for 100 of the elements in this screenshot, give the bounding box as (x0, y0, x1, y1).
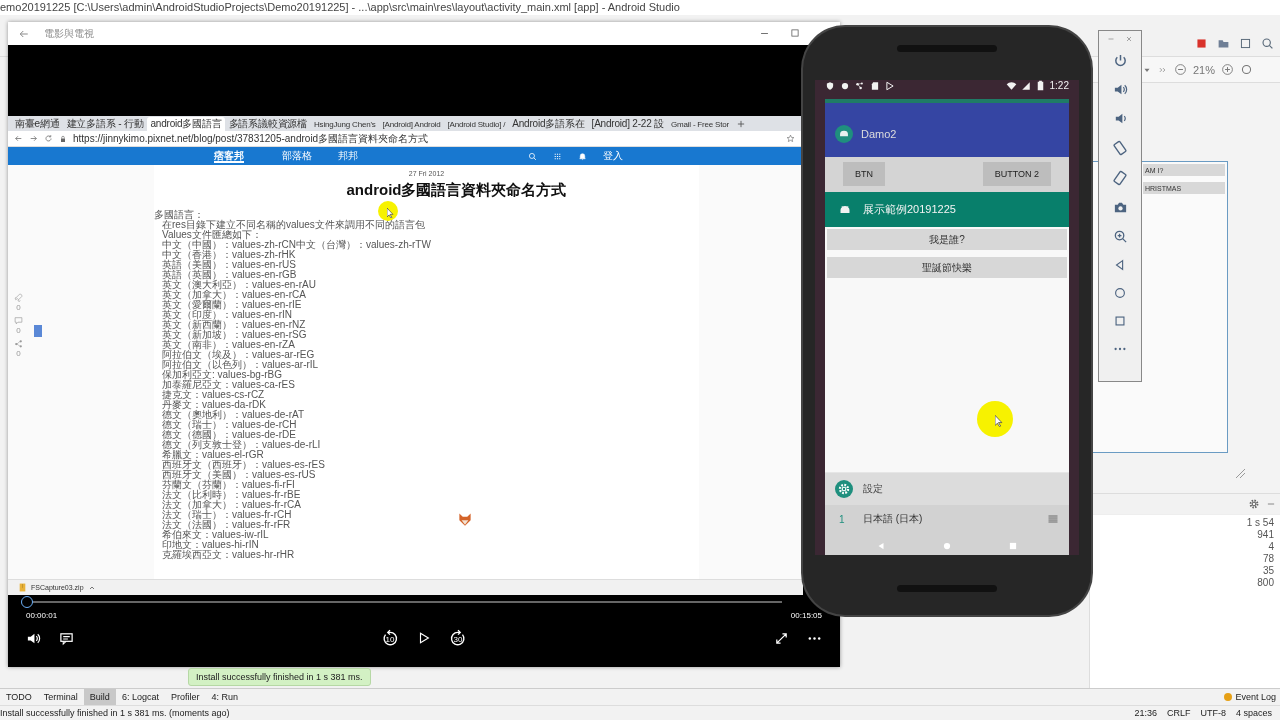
grid-icon[interactable] (553, 151, 562, 161)
maximize-icon[interactable] (790, 28, 800, 38)
app-button[interactable]: 我是誰? (827, 229, 1067, 250)
text-line: 德文（奧地利）：values-de-rAT (162, 410, 305, 420)
seek-thumb[interactable] (20, 596, 33, 608)
clock: 1:22 (1049, 80, 1069, 91)
text-line: 保加利亞文: values-bg-rBG (162, 370, 283, 380)
wifi-icon (1005, 80, 1017, 91)
address-bar[interactable]: https://jinnykimo.pixnet.net/blog/post/37831205-android多國語言資料夾命名方式 (73, 131, 429, 146)
zoom-icon[interactable] (1112, 229, 1128, 244)
forward-icon (449, 629, 467, 647)
rotate-right-icon[interactable] (1112, 170, 1128, 186)
text-line: 在res目錄下建立不同名稱的values文件來調用不同的語言包 (162, 220, 425, 230)
browser-tab[interactable]: 南臺e網通 (12, 117, 63, 131)
zoom-level: 21% (1193, 63, 1216, 76)
close-icon[interactable] (1125, 35, 1133, 43)
app-name: 展示範例20191225 (863, 202, 956, 217)
rotate-left-icon[interactable] (1112, 140, 1128, 156)
status-item[interactable]: 21:36 (1134, 708, 1157, 718)
tool-window-tab[interactable]: Profiler (164, 689, 206, 705)
text-line: 丹麥文：values-da-rDK (162, 400, 266, 410)
site-logo[interactable]: 痞客邦 (214, 149, 244, 163)
fullscreen-icon[interactable] (774, 630, 789, 646)
count-label: 0 (16, 349, 21, 358)
text-line: 法文（法國）：values-fr-rFR (162, 520, 291, 530)
forward-icon[interactable] (29, 134, 38, 143)
tool-window-tab[interactable]: 6: Logcat (115, 689, 165, 705)
text-line: 英文（澳大利亞）：values-en-rAU (162, 280, 316, 290)
text-line: 中文（中國）：values-zh-rCN中文（台灣）：values-zh-rTW (162, 240, 431, 250)
reload-icon[interactable] (44, 134, 53, 143)
power-icon[interactable] (1112, 53, 1128, 68)
text-line: 英文（新西蘭）：values-en-rNZ (162, 320, 306, 330)
text-line: 法文（瑞士）：values-fr-rCH (162, 510, 292, 520)
app-button[interactable]: BTN (843, 162, 885, 186)
nav-link[interactable]: 邦邦 (338, 149, 358, 163)
new-tab-icon[interactable] (735, 118, 746, 129)
browser-tab[interactable]: 建立多語系 - 行動 (63, 117, 147, 131)
home-icon[interactable] (1113, 286, 1127, 300)
cursor-highlight-icon (977, 401, 1013, 437)
build-time: 4 (1268, 541, 1274, 553)
status-item[interactable]: 4 spaces (1235, 708, 1272, 718)
text-line: 英語（英國）：values-en-rGB (162, 270, 297, 280)
app-button[interactable]: BUTTON 2 (982, 162, 1051, 186)
text-line: 法文（加拿大）：values-fr-rCA (162, 500, 301, 510)
fox-icon (456, 510, 474, 528)
count-label: 0 (16, 303, 21, 312)
status-item[interactable]: UTF-8 (1200, 708, 1226, 718)
overview-icon[interactable] (1113, 314, 1127, 328)
status-item[interactable]: CRLF (1166, 708, 1191, 718)
drag-handle-icon[interactable] (1047, 513, 1059, 525)
tool-window-tab[interactable]: Build (83, 689, 116, 705)
search-icon[interactable] (528, 151, 537, 161)
app-card-header[interactable]: 展示範例20191225 (825, 192, 1069, 227)
text-line: 英文（加拿大）：values-en-rCA (162, 290, 306, 300)
network-icon (855, 80, 865, 91)
post-title: android多國語言資料夾命名方式 (345, 180, 568, 200)
app-card-header[interactable]: Damo2 (825, 99, 1069, 157)
window-icon[interactable] (1239, 37, 1252, 50)
login-link[interactable]: 登入 (603, 149, 623, 163)
folder-icon[interactable] (1217, 37, 1230, 50)
back-icon[interactable] (14, 134, 23, 143)
volume-up-icon[interactable] (1112, 82, 1128, 97)
captions-icon[interactable] (59, 630, 74, 646)
elapsed-time: 00:00:01 (26, 610, 58, 620)
zoom-in-icon[interactable] (1221, 63, 1235, 76)
text-line: 阿拉伯文（以色列）：values-ar-rIL (162, 360, 319, 370)
skip-back-button[interactable]: 10 (381, 629, 399, 647)
tool-window-tab[interactable]: 4: Run (205, 689, 244, 705)
resize-handle-icon[interactable] (1234, 467, 1246, 479)
camera-icon[interactable] (1112, 200, 1128, 215)
tool-window-tab[interactable]: TODO (0, 689, 38, 705)
search-icon[interactable] (1261, 37, 1274, 50)
text-line: 英文（愛爾蘭）：values-en-rIE (162, 300, 302, 310)
language-item[interactable]: 日本語 (日本) (863, 512, 923, 526)
stop-icon[interactable] (1195, 37, 1208, 50)
event-log-tab[interactable]: Event Log (1235, 692, 1276, 702)
zoom-out-icon[interactable] (1174, 63, 1187, 76)
play-icon[interactable] (417, 631, 431, 645)
build-time: 941 (1257, 529, 1274, 541)
skip-forward-button[interactable]: 30 (449, 629, 467, 647)
text-line: 克羅埃西亞文：values-hr-rHR (162, 550, 295, 560)
build-time: 1 s 54 (1246, 517, 1274, 529)
signal-icon (1020, 80, 1031, 91)
app-button[interactable]: 聖誕節快樂 (827, 257, 1067, 278)
dot-icon (840, 80, 850, 91)
share-icon[interactable] (14, 339, 23, 348)
browser-tab[interactable]: Android多語系在 (509, 117, 588, 131)
duration-time: 00:15:05 (790, 610, 822, 620)
text-line: 德文（列支敦士登）：values-de-rLI (162, 440, 321, 450)
text-line: 阿拉伯文（埃及）：values-ar-rEG (162, 350, 315, 360)
text-line: 希伯來文：values-iw-rIL (162, 530, 269, 540)
settings-icon[interactable] (1248, 498, 1260, 510)
nav-link[interactable]: 部落格 (282, 149, 312, 163)
tool-window-tab[interactable]: Terminal (37, 689, 84, 705)
status-message: Install successfully finished in 1 s 381 ms. (moments ago) (0, 708, 230, 718)
zoom-reset-icon[interactable] (1240, 63, 1254, 76)
browser-tab[interactable]: android多國語言 (147, 117, 225, 131)
build-time: 800 (1257, 577, 1274, 589)
star-icon[interactable] (786, 134, 795, 143)
bell-icon[interactable] (578, 151, 587, 161)
